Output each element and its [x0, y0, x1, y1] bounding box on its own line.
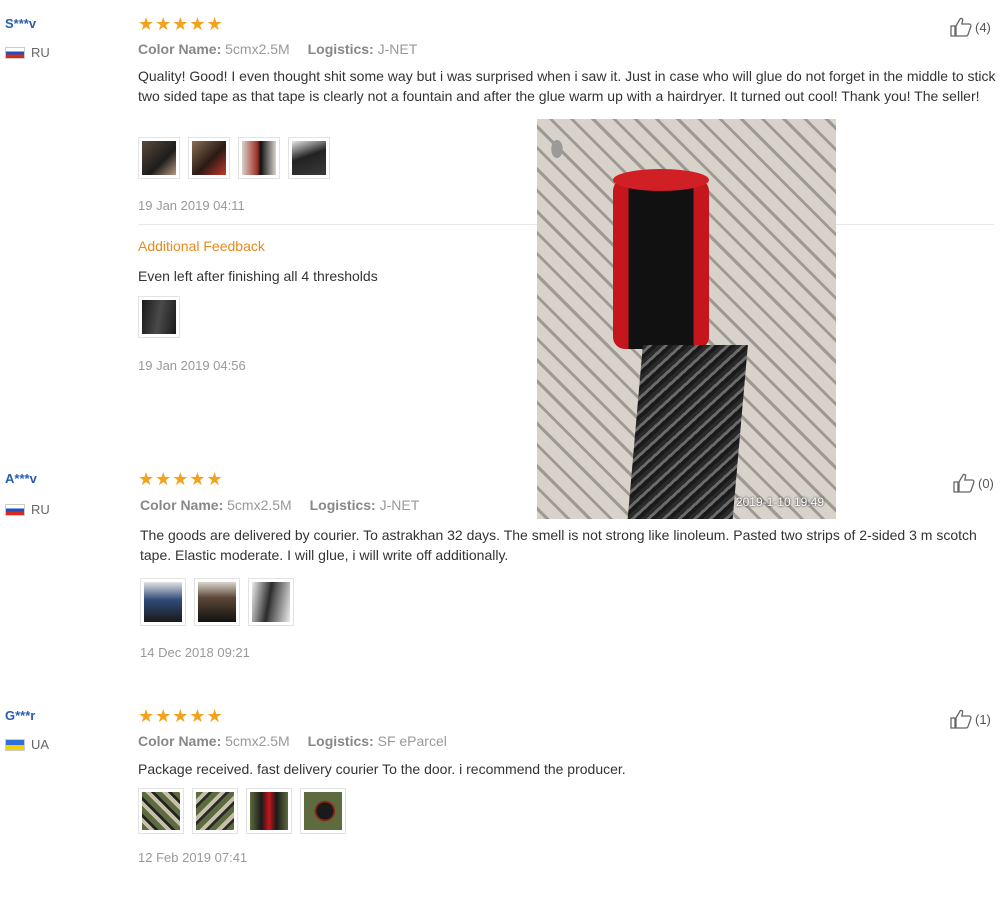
like-count: (4) [975, 19, 991, 35]
order-attributes: Color Name: 5cmx2.5M Logistics: SF eParc… [138, 733, 447, 749]
logistics-value: J-NET [379, 497, 420, 513]
review-text: The goods are delivered by courier. To a… [140, 527, 977, 563]
tape-roll-top [613, 169, 709, 191]
rating-stars: ★★★★★ [138, 469, 224, 489]
reviewer-country: RU [5, 45, 50, 60]
photo-timestamp: 2019-1-10 19:49 [735, 495, 824, 509]
review-text: Package received. fast delivery courier … [138, 761, 626, 777]
color-name-value: 5cmx2.5M [225, 733, 290, 749]
logistics-label: Logistics: [307, 41, 374, 57]
reviewer-name: A***v [5, 471, 37, 486]
review-photo-thumb[interactable] [288, 137, 330, 179]
thumbs-up-icon [950, 17, 972, 37]
thumbs-up-icon [953, 473, 975, 493]
review-date: 14 Dec 2018 09:21 [140, 645, 250, 660]
color-name-value: 5cmx2.5M [227, 497, 292, 513]
reviewer-country: UA [5, 737, 49, 752]
review-photo-thumb[interactable] [138, 788, 184, 834]
rating-stars: ★★★★★ [138, 14, 224, 34]
reviewer-country: RU [5, 502, 50, 517]
review-photos [140, 578, 294, 626]
order-attributes: Color Name: 5cmx2.5M Logistics: J-NET [140, 497, 419, 513]
review-text: Quality! Good! I even thought shit some … [138, 68, 996, 104]
review-photo-thumb[interactable] [188, 137, 230, 179]
review-photo-thumb[interactable] [140, 578, 186, 626]
review-date: 12 Feb 2019 07:41 [138, 850, 248, 865]
reviewer-name: S***v [5, 16, 37, 31]
additional-feedback-photos [138, 296, 180, 338]
review-photos [138, 137, 330, 179]
logistics-value: J-NET [377, 41, 418, 57]
tape-roll [613, 179, 709, 349]
like-button[interactable]: (1) [949, 708, 991, 730]
review-photo-thumb[interactable] [300, 788, 346, 834]
like-count: (0) [978, 475, 994, 491]
carbon-strip [627, 345, 748, 519]
like-button[interactable]: (0) [952, 472, 994, 494]
color-name-value: 5cmx2.5M [225, 41, 290, 57]
review-photo-thumb[interactable] [238, 137, 280, 179]
logistics-value: SF eParcel [377, 733, 447, 749]
additional-feedback-title: Additional Feedback [138, 238, 265, 254]
logistics-label: Logistics: [309, 497, 376, 513]
color-name-label: Color Name: [138, 41, 222, 57]
flag-ua-icon [5, 738, 25, 751]
like-button[interactable]: (4) [949, 16, 991, 38]
review-photo-thumb[interactable] [248, 578, 294, 626]
review-photo-thumb[interactable] [194, 578, 240, 626]
flag-ru-icon [5, 503, 25, 516]
country-code: UA [31, 737, 50, 752]
review-photo-thumb[interactable] [138, 296, 180, 338]
review-photos [138, 788, 346, 834]
review-date: 19 Jan 2019 04:11 [138, 198, 245, 213]
reviewer-name: G***r [5, 708, 36, 723]
flag-ru-icon [5, 46, 25, 59]
order-attributes: Color Name: 5cmx2.5M Logistics: J-NET [138, 41, 417, 57]
review-photo-thumb[interactable] [138, 137, 180, 179]
country-code: RU [31, 45, 50, 60]
review-photo-thumb[interactable] [246, 788, 292, 834]
like-count: (1) [975, 711, 991, 727]
photo-preview[interactable]: 2019-1-10 19:49 [537, 119, 836, 519]
additional-feedback-date: 19 Jan 2019 04:56 [138, 358, 246, 373]
color-name-label: Color Name: [138, 733, 222, 749]
logistics-label: Logistics: [307, 733, 374, 749]
color-name-label: Color Name: [140, 497, 224, 513]
thumbs-up-icon [950, 709, 972, 729]
review-photo-thumb[interactable] [192, 788, 238, 834]
rating-stars: ★★★★★ [138, 706, 224, 726]
country-code: RU [31, 502, 50, 517]
